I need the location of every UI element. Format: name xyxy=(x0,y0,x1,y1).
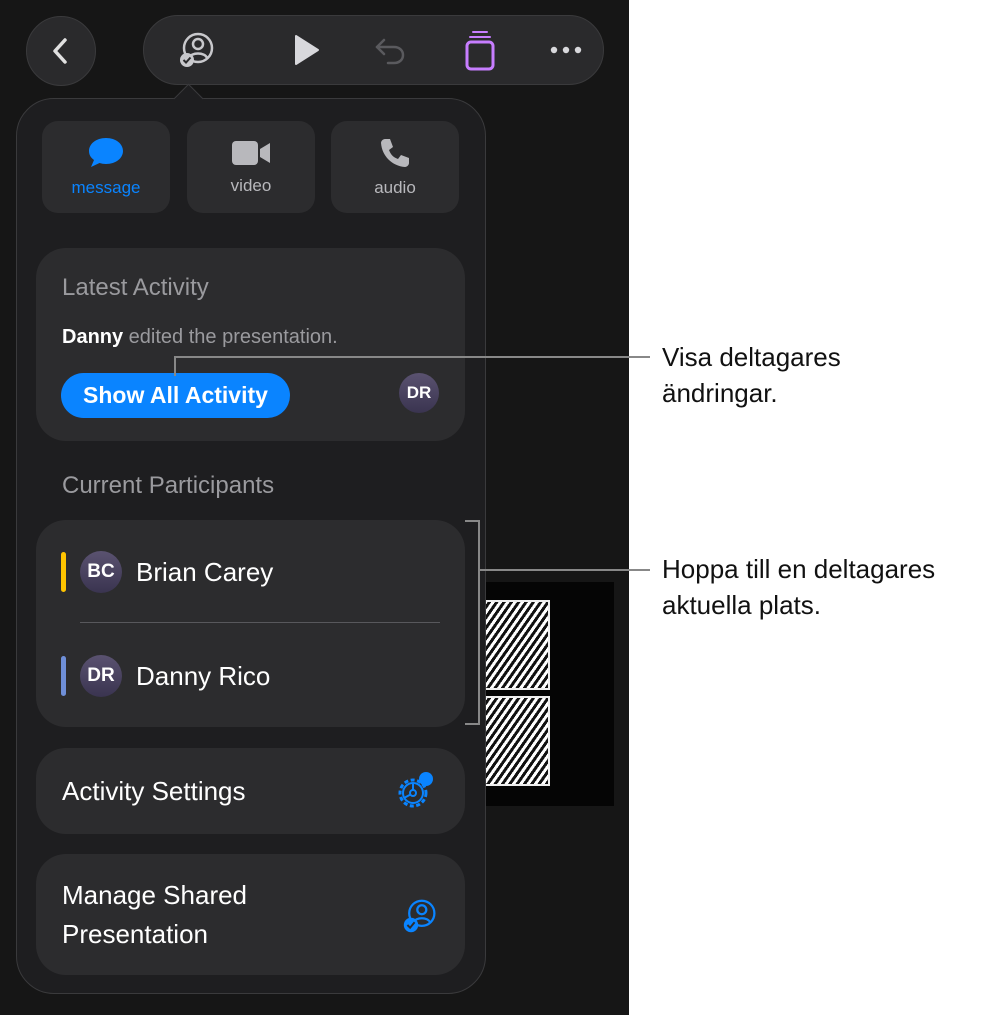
participant-row-danny-rico[interactable]: DR Danny Rico xyxy=(36,624,465,728)
activity-user: Danny xyxy=(62,326,124,348)
callout-line-text: Visa deltagares xyxy=(662,342,841,372)
participant-avatar: DR xyxy=(80,655,122,697)
video-label: video xyxy=(230,176,272,195)
callout-line xyxy=(479,569,650,571)
callout-line-text: Hoppa till en deltagares xyxy=(662,554,936,584)
current-participants-title: Current Participants xyxy=(62,472,275,499)
play-button[interactable] xyxy=(286,30,326,70)
more-button[interactable] xyxy=(546,30,586,70)
manage-label-line2: Presentation xyxy=(62,919,208,949)
play-icon xyxy=(295,35,319,65)
video-button[interactable]: video xyxy=(187,121,315,213)
document-setup-button[interactable] xyxy=(460,30,500,71)
undo-button[interactable] xyxy=(370,30,410,70)
latest-activity-card: Latest Activity Danny edited the present… xyxy=(36,248,465,441)
callout-line xyxy=(174,356,650,358)
collaboration-icon xyxy=(180,32,214,67)
activity-settings-label: Activity Settings xyxy=(62,776,246,806)
audio-button[interactable]: audio xyxy=(331,121,459,213)
manage-collaboration-icon xyxy=(403,899,436,933)
document-stack-icon xyxy=(465,31,495,71)
callout-line-text: aktuella plats. xyxy=(662,590,821,620)
participant-name: Danny Rico xyxy=(136,660,271,691)
latest-activity-title: Latest Activity xyxy=(62,274,209,301)
message-bubble-icon xyxy=(89,138,123,167)
back-button[interactable] xyxy=(26,16,96,86)
participant-name: Brian Carey xyxy=(136,556,274,587)
activity-avatar: DR xyxy=(399,373,439,413)
more-icon xyxy=(550,46,582,54)
participant-color-bar xyxy=(61,552,66,592)
manage-label-line1: Manage Shared xyxy=(62,880,248,910)
callout-line xyxy=(174,356,176,376)
audio-label: audio xyxy=(374,178,416,197)
show-all-activity-button[interactable]: Show All Activity xyxy=(61,373,290,418)
participant-avatar: BC xyxy=(80,551,122,593)
activity-settings-gear-icon xyxy=(398,772,433,808)
slide-artwork xyxy=(472,582,614,806)
phone-icon xyxy=(381,139,409,167)
activity-summary: Danny edited the presentation. xyxy=(62,326,338,349)
message-button[interactable]: message xyxy=(42,121,170,213)
participant-divider xyxy=(80,622,440,623)
participant-row-brian-carey[interactable]: BC Brian Carey xyxy=(36,520,465,624)
callout-participants: Hoppa till en deltagares aktuella plats. xyxy=(662,551,935,623)
callout-activity: Visa deltagares ändringar. xyxy=(662,339,841,411)
callout-bracket xyxy=(478,520,480,725)
participant-color-bar xyxy=(61,656,66,696)
callout-bracket xyxy=(465,520,479,522)
undo-icon xyxy=(375,38,405,65)
callout-line-text: ändringar. xyxy=(662,378,778,408)
collaboration-button[interactable] xyxy=(177,30,217,70)
callout-bracket xyxy=(465,723,479,725)
video-camera-icon xyxy=(232,141,270,165)
toolbar xyxy=(143,15,604,85)
message-label: message xyxy=(71,178,141,197)
manage-shared-presentation-row[interactable]: Manage Shared Presentation xyxy=(36,854,465,975)
chevron-left-icon xyxy=(53,38,67,64)
activity-description: edited the presentation. xyxy=(123,326,338,348)
activity-settings-row[interactable]: Activity Settings xyxy=(36,748,465,834)
participants-card: BC Brian Carey DR Danny Rico xyxy=(36,520,465,727)
